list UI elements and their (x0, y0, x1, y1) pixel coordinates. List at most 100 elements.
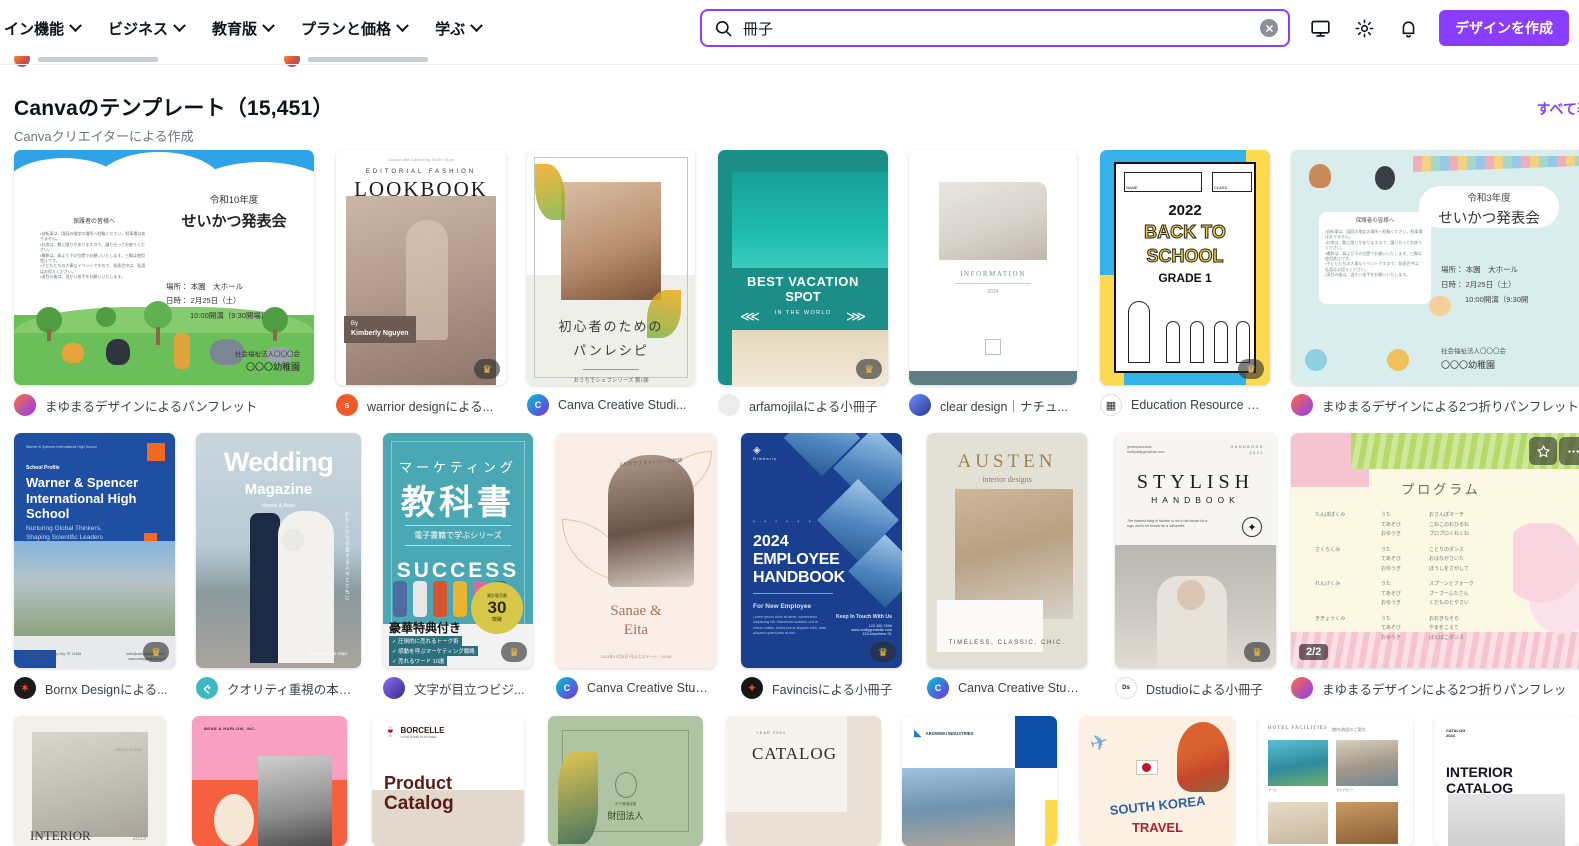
template-card[interactable]: ✈ SOUTH KOREA TRAVEL (1080, 716, 1235, 846)
template-card[interactable]: SIMPLE DESIGN INTERIOR 2023 (14, 716, 166, 846)
template-card[interactable]: 初心者のための パンレシピ おうちでシェフシリーズ 第1弾 C Canva Cr… (527, 150, 695, 416)
thumb-bonus: 豪華特典付き (389, 621, 462, 635)
template-thumbnail[interactable]: SIMPLE DESIGN INTERIOR 2023 (14, 716, 166, 846)
thumb-title-1: INTERIOR (1446, 764, 1513, 780)
template-caption[interactable]: s warrior designによる... (336, 394, 506, 416)
avatar (14, 394, 36, 416)
template-caption[interactable]: まゆまるデザインによる2つ折りパンフレット (1291, 394, 1579, 416)
nav-item-design-features[interactable]: イン機能 (0, 10, 94, 47)
template-thumbnail[interactable]: 令和10年度 せいかつ発表会 保護者の皆様へ ・自転車は、園庭の指定の場所へ駐輪… (14, 150, 314, 385)
template-card[interactable]: 2人のラブストーリーの軌跡 Sanae & Eita 2024年12月5日 円山… (556, 433, 716, 699)
see-all-link[interactable]: すべて表 (1537, 99, 1579, 119)
template-thumbnail[interactable]: 令和3年度 せいかつ発表会 保護者の皆様へ ・自転車は、園庭の指定の場所へ駐輪く… (1291, 150, 1579, 385)
art: 🍷 BORCELLE YOUR HOME PLAN TREE Product C… (372, 716, 524, 846)
template-card[interactable]: greatspacedots reallydailygreatsite.com … (1115, 433, 1276, 699)
template-caption[interactable]: ぐ クオリティ重視の本格... (196, 677, 361, 699)
template-thumbnail[interactable]: NAME CLASS 2022 BACK TO SCHOOL GRADE 1 ♛ (1100, 150, 1270, 385)
template-caption[interactable]: ✦ Favincisによる小冊子 (741, 677, 902, 699)
gear-icon[interactable] (1345, 9, 1383, 47)
search-input[interactable] (743, 19, 1260, 37)
template-thumbnail[interactable]: ◣ AROWWAI INDUSTRIES (902, 716, 1057, 846)
template-caption[interactable]: まゆまるデザインによるパンフレット (14, 394, 314, 416)
template-thumbnail[interactable]: YEAR 2024 CATALOG (726, 716, 881, 846)
template-card[interactable]: BEAN & HARLOW, INC. (192, 716, 347, 846)
template-card[interactable]: Warner & Spencer International High Scho… (14, 433, 175, 699)
template-caption[interactable]: 文字が目立つビジ... (383, 677, 533, 699)
thumb-year: YEAR 2024 (756, 730, 786, 735)
template-thumbnail[interactable]: ◈ Rimberio • • • • • • 2024 EMPLOYEE HAN… (741, 433, 902, 668)
art: ◣ AROWWAI INDUSTRIES (902, 716, 1057, 846)
template-card[interactable]: CATALOG 2024 INTERIOR CATALOG (1434, 716, 1579, 846)
template-card[interactable]: 令和10年度 せいかつ発表会 保護者の皆様へ ・自転車は、園庭の指定の場所へ駐輪… (14, 150, 314, 416)
clear-search-icon[interactable] (1260, 19, 1278, 37)
template-card[interactable]: マーケティング 教科書 電子書籍で学ぶシリーズ SUCCESS 豪華特典付き ✓… (383, 433, 533, 699)
template-thumbnail[interactable]: Wedding Magazine Hiroshi & Anna わたしたちの愛す… (196, 433, 361, 668)
template-thumbnail[interactable]: Casual and Gathering Outfit Style EDITOR… (336, 150, 506, 385)
template-card[interactable]: Casual and Gathering Outfit Style EDITOR… (336, 150, 506, 416)
avatar-initial: C (563, 683, 571, 693)
nav-item-education[interactable]: 教育版 (198, 10, 287, 47)
nav-item-learn[interactable]: 学ぶ (421, 10, 495, 47)
template-card[interactable]: HOTEL FACILITIES 館内・施設のご案内 プール ライブラリー (1258, 716, 1413, 846)
template-thumbnail[interactable]: Warner & Spencer International High Scho… (14, 433, 175, 668)
template-thumbnail[interactable]: 大下環境保護 財団法人 (548, 716, 703, 846)
template-thumbnail[interactable]: 初心者のための パンレシピ おうちでシェフシリーズ 第1弾 (527, 150, 695, 385)
thumb-head-jp: 館内・施設のご案内 (1332, 727, 1366, 732)
thumb-contact-head: Keep In Touch With Us (835, 614, 892, 620)
template-card[interactable]: YEAR 2024 CATALOG (726, 716, 881, 846)
template-thumbnail[interactable]: CATALOG 2024 INTERIOR CATALOG (1434, 716, 1579, 846)
template-card[interactable]: INFORMATION 2024 clear design｜ナチュ... (909, 150, 1077, 416)
template-card[interactable]: Wedding Magazine Hiroshi & Anna わたしたちの愛す… (196, 433, 361, 699)
thumb-footer: TIMELESS, CLASSIC, CHIC. (948, 640, 1066, 646)
create-design-button[interactable]: デザインを作成 (1439, 10, 1569, 46)
template-card[interactable]: AUSTEN interior designs TIMELESS, CLASSI… (927, 433, 1087, 699)
template-caption[interactable]: まゆまるデザインによる2つ折りパンフレッ (1291, 677, 1579, 699)
template-thumbnail[interactable]: プログラム たんぽぽくみ うた てあそび おゆうぎ おさんぽマーチ こねこのおひるね プロプ… (1291, 433, 1579, 668)
template-thumbnail[interactable]: 🍷 BORCELLE YOUR HOME PLAN TREE Product C… (372, 716, 524, 846)
search-bar[interactable] (700, 9, 1290, 47)
template-thumbnail[interactable]: 2人のラブストーリーの軌跡 Sanae & Eita 2024年12月5日 円山… (556, 433, 716, 668)
template-caption[interactable]: C Canva Creative Studi... (927, 677, 1087, 699)
template-thumbnail[interactable]: AUSTEN interior designs TIMELESS, CLASSI… (927, 433, 1087, 668)
wine-glass-icon: 🍷 (384, 727, 397, 738)
template-card[interactable]: 🍷 BORCELLE YOUR HOME PLAN TREE Product C… (372, 716, 524, 846)
thumb-name-label: NAME (1126, 185, 1138, 190)
pro-crown-icon: ♛ (501, 642, 527, 662)
star-icon[interactable] (1529, 437, 1557, 465)
template-caption[interactable]: arfamojilaによる小冊子 (718, 394, 888, 416)
more-options-icon[interactable] (1559, 437, 1579, 465)
template-card[interactable]: 令和3年度 せいかつ発表会 保護者の皆様へ ・自転車は、園庭の指定の場所へ駐輪く… (1291, 150, 1579, 416)
bell-icon[interactable] (1389, 9, 1427, 47)
template-thumbnail[interactable]: ✈ SOUTH KOREA TRAVEL (1080, 716, 1235, 846)
thumb-brand: Warner & Spencer International High Scho… (26, 445, 97, 449)
thumb-grade: GRADE 1 (1158, 271, 1212, 285)
template-thumbnail[interactable]: INFORMATION 2024 (909, 150, 1077, 385)
template-caption[interactable]: ✶ Bornx Designによる... (14, 677, 175, 699)
template-thumbnail[interactable]: マーケティング 教科書 電子書籍で学ぶシリーズ SUCCESS 豪華特典付き ✓… (383, 433, 533, 668)
nav-item-business[interactable]: ビジネス (94, 10, 198, 47)
template-card[interactable]: NAME CLASS 2022 BACK TO SCHOOL GRADE 1 ♛… (1100, 150, 1270, 416)
nav-label: プランと価格 (301, 20, 392, 38)
display-icon[interactable] (1301, 9, 1339, 47)
template-card[interactable]: BEST VACATION SPOT IN THE WORLD ⋘ ⋙ ♛ ar… (718, 150, 888, 416)
avatar (1291, 394, 1313, 416)
template-caption[interactable]: Ds Dstudioによる小冊子 (1115, 677, 1276, 699)
template-caption[interactable]: C Canva Creative Studi... (527, 394, 695, 416)
template-card[interactable]: 大下環境保護 財団法人 (548, 716, 703, 846)
template-thumbnail[interactable]: BEAN & HARLOW, INC. (192, 716, 347, 846)
thumb-time: 10:00開演（9:30開場） (190, 310, 269, 320)
template-caption[interactable]: C Canva Creative Studi... (556, 677, 716, 699)
thumb-kicker: School Profile (26, 465, 60, 471)
thumb-brand: Rimberio (753, 456, 778, 461)
art: YEAR 2024 CATALOG (726, 716, 881, 846)
nav-item-plans-pricing[interactable]: プランと価格 (287, 10, 421, 47)
thumb-names: Hiroshi & Anna (261, 503, 296, 509)
template-caption[interactable]: clear design｜ナチュ... (909, 394, 1077, 416)
template-thumbnail[interactable]: HOTEL FACILITIES 館内・施設のご案内 プール ライブラリー (1258, 716, 1413, 846)
template-card[interactable]: ◈ Rimberio • • • • • • 2024 EMPLOYEE HAN… (741, 433, 902, 699)
template-card[interactable]: ◣ AROWWAI INDUSTRIES (902, 716, 1057, 846)
template-card[interactable]: プログラム たんぽぽくみ うた てあそび おゆうぎ おさんぽマーチ こねこのおひるね プロプ… (1291, 433, 1579, 699)
template-thumbnail[interactable]: BEST VACATION SPOT IN THE WORLD ⋘ ⋙ ♛ (718, 150, 888, 385)
template-thumbnail[interactable]: greatspacedots reallydailygreatsite.com … (1115, 433, 1276, 668)
template-caption[interactable]: ▦ Education Resource H... (1100, 394, 1270, 416)
